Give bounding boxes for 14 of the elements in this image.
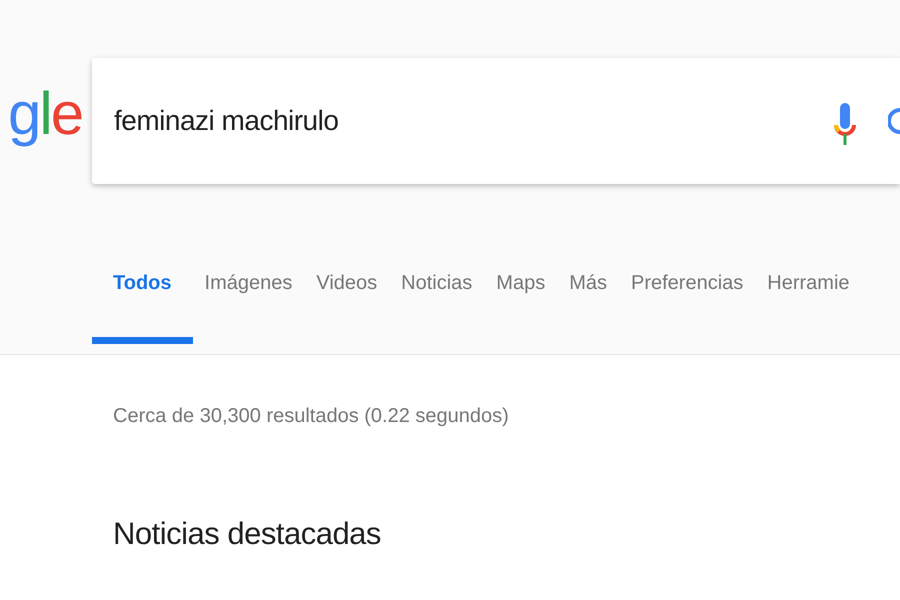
- logo[interactable]: gle: [0, 84, 92, 144]
- search-tab[interactable]: Herramie: [755, 272, 862, 344]
- search-tab[interactable]: Noticias: [389, 272, 484, 344]
- search-tab[interactable]: Imágenes: [192, 272, 304, 344]
- search-tab[interactable]: Todos: [92, 272, 193, 344]
- search-tab[interactable]: Maps: [484, 272, 558, 344]
- section-heading: Noticias destacadas: [113, 516, 382, 552]
- result-count: Cerca de 30,300 resultados (0.22 segundos): [113, 405, 510, 428]
- search-tab[interactable]: Videos: [304, 272, 390, 344]
- search-tab[interactable]: Preferencias: [619, 272, 756, 344]
- search-field[interactable]: feminazi machirulo: [112, 104, 834, 138]
- search-tab[interactable]: Más: [557, 272, 619, 344]
- microphone-icon[interactable]: [834, 103, 856, 147]
- search-icon[interactable]: [888, 106, 900, 136]
